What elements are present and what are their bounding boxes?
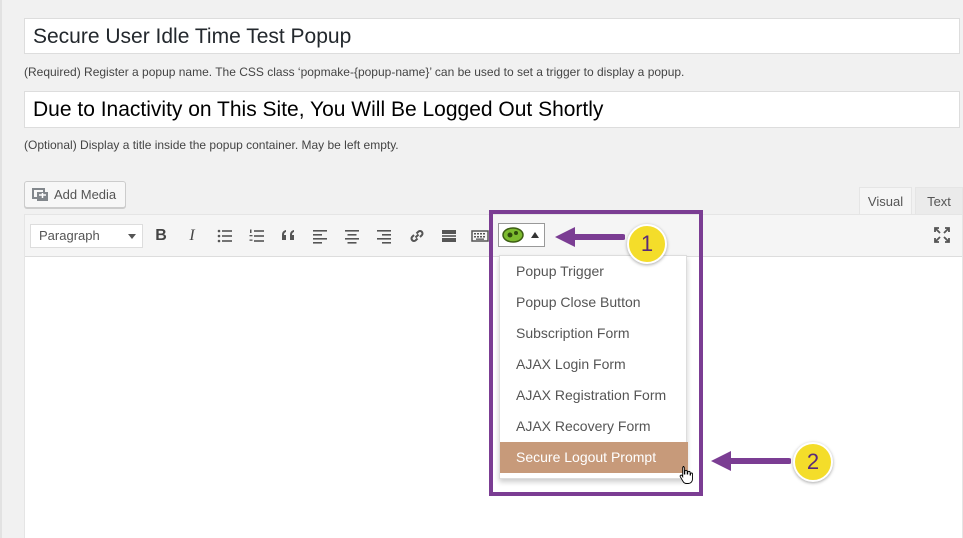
annotation-arrow-2: [711, 451, 791, 471]
add-media-button[interactable]: Add Media: [24, 181, 127, 208]
tab-visual[interactable]: Visual: [859, 187, 912, 214]
align-left-button[interactable]: [309, 226, 331, 246]
align-center-icon: [345, 230, 359, 244]
add-media-label: Add Media: [54, 187, 117, 202]
read-more-icon: [442, 230, 456, 242]
left-edge-divider: [0, 0, 2, 538]
tab-text[interactable]: Text: [915, 187, 963, 214]
keyboard-icon: [471, 230, 489, 242]
annotation-badge-1: 1: [627, 224, 667, 264]
numbered-list-icon: [249, 229, 264, 242]
italic-icon: I: [189, 227, 195, 244]
read-more-button[interactable]: [438, 226, 460, 246]
blockquote-icon: [282, 230, 294, 240]
link-button[interactable]: [406, 226, 428, 246]
align-right-icon: [377, 230, 391, 244]
bullet-list-icon: [217, 229, 232, 243]
add-media-icon: [32, 188, 48, 201]
popup-title-hint: (Optional) Display a title inside the po…: [24, 138, 399, 152]
popup-name-hint: (Required) Register a popup name. The CS…: [24, 65, 685, 79]
bold-icon: B: [155, 227, 167, 244]
bullet-list-button[interactable]: [214, 226, 236, 246]
annotation-arrow-1: [555, 227, 625, 247]
link-icon: [410, 230, 424, 242]
align-right-button[interactable]: [373, 226, 395, 246]
annotation-badge-2: 2: [793, 442, 833, 482]
format-select-value: Paragraph: [39, 228, 100, 243]
keyboard-shortcuts-button[interactable]: [469, 226, 491, 246]
popup-title-input[interactable]: Due to Inactivity on This Site, You Will…: [24, 91, 960, 128]
chevron-down-icon: [128, 234, 136, 239]
format-select[interactable]: Paragraph: [30, 224, 143, 248]
hand-cursor-icon: [679, 466, 693, 484]
annotation-highlight-box: [489, 210, 703, 496]
fullscreen-icon[interactable]: [933, 226, 951, 244]
italic-button[interactable]: I: [181, 226, 203, 246]
blockquote-button[interactable]: [278, 226, 300, 246]
align-left-icon: [313, 230, 327, 244]
bold-button[interactable]: B: [150, 226, 172, 246]
popup-name-input[interactable]: Secure User Idle Time Test Popup: [24, 18, 960, 54]
align-center-button[interactable]: [341, 226, 363, 246]
numbered-list-button[interactable]: [246, 226, 268, 246]
